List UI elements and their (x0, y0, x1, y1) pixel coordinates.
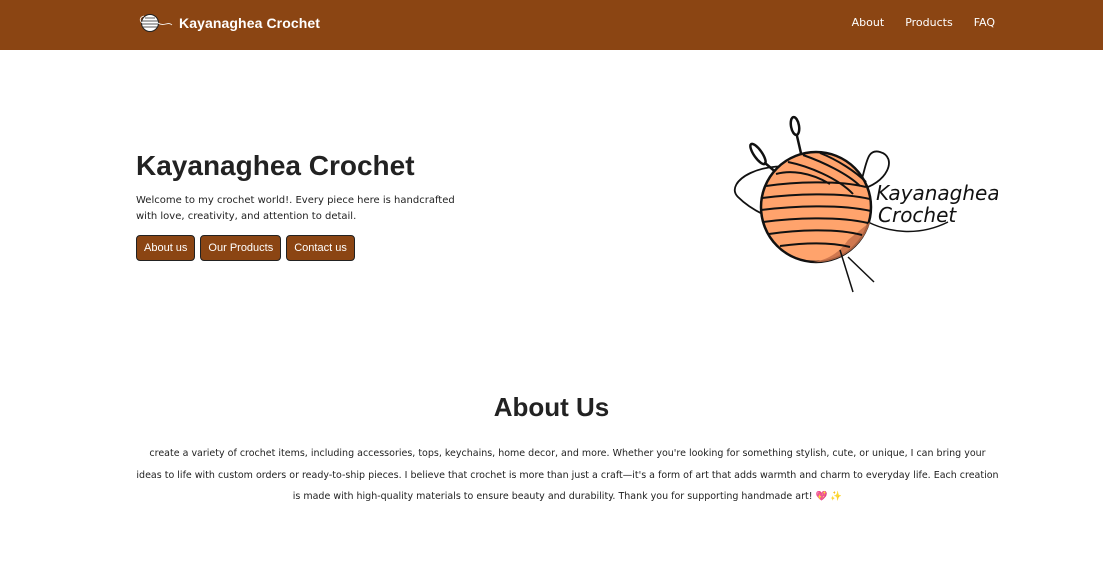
hero-description: Welcome to my crochet world!. Every piec… (136, 195, 455, 222)
nav-link-about[interactable]: About (852, 16, 885, 29)
our-products-button[interactable]: Our Products (200, 235, 282, 261)
about-description: create a variety of crochet items, inclu… (136, 448, 999, 502)
nav-links: About Products FAQ (852, 16, 995, 29)
nav-link-faq[interactable]: FAQ (974, 16, 995, 29)
contact-us-button[interactable]: Contact us (286, 235, 355, 261)
hero-title: Kayanaghea Crochet (136, 150, 415, 181)
hero-buttons: About us Our Products Contact us (136, 235, 355, 261)
about-us-button[interactable]: About us (136, 235, 196, 261)
yarn-ball-logo-icon: Kayanaghea Crochet (734, 115, 998, 293)
nav-link-products[interactable]: Products (905, 16, 953, 29)
yarn-ball-logo-icon (139, 14, 173, 32)
about-title: About Us (493, 392, 610, 422)
logo-text-line2: Crochet (878, 203, 957, 227)
logo-text-line1: Kayanaghea (876, 181, 998, 205)
brand-name: Kayanaghea Crochet (179, 15, 321, 31)
brand-link[interactable]: Kayanaghea Crochet (138, 11, 320, 35)
navbar: Kayanaghea Crochet About Products FAQ (0, 0, 1103, 50)
